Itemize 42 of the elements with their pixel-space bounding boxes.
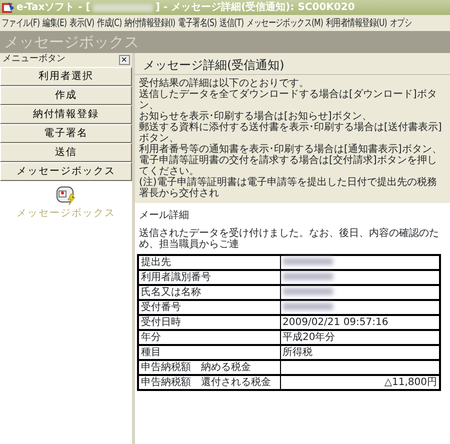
menu-button[interactable]: 電子署名 (0, 124, 132, 143)
menu-button[interactable]: メッセージボックス (0, 162, 132, 181)
panel-title: メニューボタン (2, 53, 66, 66)
instruction-text: (注)電子申請等証明書は電子申請等を提出した日付で提出先の税務署長から交付され (139, 177, 438, 199)
menu-button[interactable]: 利用者選択 (0, 67, 132, 86)
instruction-text: 電子申請等証明書の交付を請求する場合は[交付請求]ボタンを押してください。 (139, 155, 438, 177)
menu-item[interactable]: オプシ (388, 16, 414, 30)
table-cell: 種目 (138, 345, 280, 360)
redacted-value (282, 273, 332, 280)
mail-heading: メール詳細 (138, 208, 190, 223)
menu-item[interactable]: 納付情報登録(I) (123, 16, 177, 30)
redacted-value (282, 258, 332, 265)
instruction-text: 送信したデータを全てダウンロードする場合は[ダウンロード]ボタン、 (139, 89, 438, 111)
menu-button[interactable]: 送信 (0, 143, 132, 162)
menu-item[interactable]: 作成(C) (96, 16, 124, 30)
page-heading: メッセージ詳細(受信通知) (135, 53, 450, 75)
window-title: ] - メッセージ詳細(受信通知): SC00K020 (155, 0, 355, 15)
menu-item[interactable]: ファイル(F) (0, 16, 42, 30)
close-button[interactable]: × (118, 55, 130, 65)
redacted-text (92, 4, 153, 12)
table-cell: 利用者識別番号 (138, 270, 280, 285)
redacted-value (282, 288, 332, 295)
section-header: メッセージボックス (0, 31, 450, 53)
mail-text: 送信されたデータを受け付けました。なお、後日、内容の確認のため、担当職員からご連 (138, 226, 440, 252)
instruction-text: 受付結果の詳細は以下のとおりです。 (139, 78, 310, 89)
menu-button[interactable]: 納付情報登録 (0, 105, 132, 124)
menu-item[interactable]: 電子署名(S) (176, 16, 218, 30)
redacted-value (282, 303, 332, 310)
menu-button[interactable]: 作成 (0, 86, 132, 105)
table-cell: 提出先 (138, 255, 280, 270)
instruction-text: お知らせを表示･印刷する場合は[お知らせ]ボタン、 (139, 111, 373, 122)
instruction-text: 郵送する資料に添付する送付書を表示･印刷する場合は[送付書表示]ボタン、 (139, 122, 443, 144)
window-title: e-Taxソフト - [ (16, 1, 90, 15)
menu-item[interactable]: 送信(T) (218, 16, 246, 30)
instruction-text: 利用者番号等の通知書を表示･印刷する場合は[通知書表示]ボタン、 (139, 144, 443, 155)
mailbox-icon[interactable] (55, 184, 77, 206)
menu-item[interactable]: 利用者情報登録(U) (324, 16, 388, 30)
menu-item[interactable]: 編集(E) (41, 16, 68, 30)
menu-item[interactable]: メッセージボックス(M) (245, 16, 324, 30)
menu-item[interactable]: 表示(V) (68, 16, 96, 30)
table-cell: 年分 (138, 330, 280, 345)
app-icon (2, 2, 14, 14)
